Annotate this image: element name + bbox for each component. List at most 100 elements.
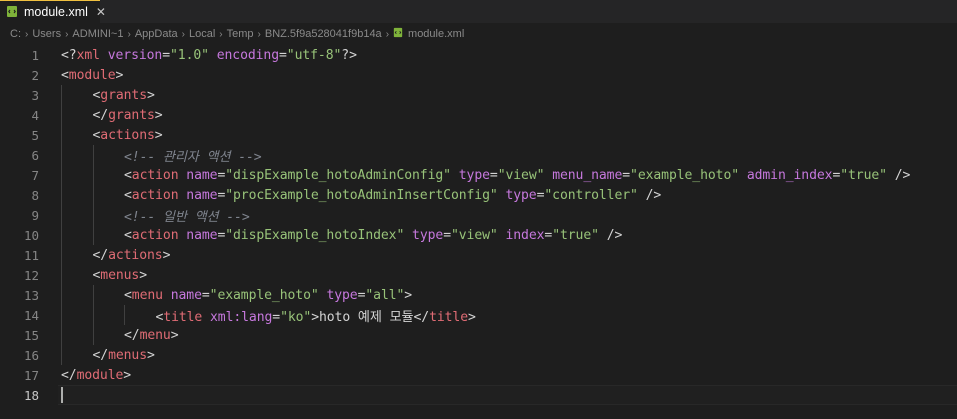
indent-guide <box>92 165 94 185</box>
syntax-token-tag: action <box>131 227 179 243</box>
line-number: 16 <box>23 347 39 363</box>
syntax-token-punct: </ <box>61 367 77 383</box>
indent-guide <box>61 245 62 265</box>
chevron-right-icon: › <box>257 28 261 40</box>
indent-guide <box>61 325 62 345</box>
line-number: 8 <box>31 187 39 203</box>
code-line[interactable]: 16 </menus> <box>0 345 957 365</box>
syntax-token-tag: title <box>163 309 203 325</box>
syntax-token-punct: < <box>124 187 132 203</box>
syntax-token-text <box>100 48 108 63</box>
code-editor[interactable]: 1 <?xml version="1.0" encoding="utf-8"?> 2… <box>0 45 957 405</box>
breadcrumb-item[interactable]: ADMINI~1 <box>72 28 123 40</box>
syntax-token-str: "dispExample_hotoAdminConfig" <box>225 167 451 183</box>
code-line[interactable]: 7 <action name = "dispExample_hotoAdminConf… <box>0 165 957 185</box>
chevron-right-icon: › <box>65 28 69 40</box>
syntax-token-text <box>638 188 646 203</box>
line-number: 13 <box>23 287 39 303</box>
breadcrumb-item[interactable]: AppData <box>135 28 178 40</box>
syntax-token-punct: < <box>124 227 132 243</box>
xml-file-icon <box>393 27 403 41</box>
syntax-token-tag: menus <box>108 347 147 363</box>
breadcrumb-item[interactable]: Temp <box>227 28 254 40</box>
code-line[interactable]: 5 <actions> <box>0 125 957 145</box>
code-line[interactable]: 4 </grants> <box>0 105 957 125</box>
line-number: 2 <box>31 67 39 83</box>
text-cursor <box>61 387 63 403</box>
syntax-token-text <box>739 168 747 183</box>
code-line[interactable]: 17 </module> <box>0 365 957 385</box>
syntax-token-str: "true" <box>840 167 887 183</box>
code-text: </module> <box>61 368 131 383</box>
indent-guide <box>92 205 94 225</box>
code-text: <menu name="example_hoto" type="all"> <box>124 288 412 303</box>
line-number: 3 <box>31 87 39 103</box>
code-text: <module> <box>61 68 123 83</box>
code-text: <actions> <box>93 128 163 143</box>
syntax-token-tag: menu <box>139 327 171 343</box>
code-line[interactable]: 15 </menu> <box>0 325 957 345</box>
code-line[interactable]: 3 <grants> <box>0 85 957 105</box>
syntax-token-str: "view" <box>450 227 498 243</box>
indent-guide <box>92 325 94 345</box>
syntax-token-tag: action <box>131 167 179 183</box>
code-text: </menus> <box>93 348 155 363</box>
syntax-token-eq: = <box>443 227 451 243</box>
syntax-token-tag: grants <box>100 87 147 103</box>
syntax-token-str: "controller" <box>544 187 638 203</box>
code-text: <?xml version="1.0" encoding="utf-8"?> <box>61 48 357 63</box>
chevron-right-icon: › <box>181 28 185 40</box>
syntax-token-punct: < <box>124 287 132 303</box>
breadcrumb: C: › Users › ADMINI~1 › AppData › Local › Temp › BNZ… <box>0 23 957 45</box>
syntax-token-str: "example_hoto" <box>209 287 319 303</box>
syntax-token-tag: actions <box>100 127 155 143</box>
line-number: 1 <box>31 47 39 63</box>
close-icon[interactable]: ✕ <box>96 5 106 19</box>
breadcrumb-file[interactable]: module.xml <box>393 27 464 41</box>
syntax-token-attr: xml:lang <box>210 309 273 325</box>
indent-guide <box>61 265 62 285</box>
indent-guide <box>61 305 62 325</box>
syntax-token-tag: title <box>429 309 468 325</box>
code-line[interactable]: 14 <title xml:lang="ko">hoto 예제 모듈</title… <box>0 305 957 325</box>
syntax-token-tag: actions <box>108 247 163 263</box>
syntax-token-text <box>404 228 412 243</box>
line-number: 9 <box>31 207 39 223</box>
breadcrumb-item[interactable]: BNZ.5f9a528041f9b14a <box>265 28 382 40</box>
syntax-token-attr: type <box>458 167 490 183</box>
indent-guide <box>61 85 62 105</box>
code-text: <action name="procExample_hotoAdminInser… <box>124 188 661 203</box>
syntax-token-punct: </ <box>124 327 140 343</box>
syntax-token-punct: </ <box>92 347 109 363</box>
syntax-token-attr: type <box>505 187 537 203</box>
line-number: 7 <box>31 167 39 183</box>
code-line[interactable]: 8 <action name="procExample_hotoAdminInse… <box>0 185 957 205</box>
syntax-token-attr: name <box>186 167 218 183</box>
syntax-token-punct: > <box>404 287 413 303</box>
breadcrumb-item[interactable]: C: <box>10 28 21 40</box>
code-line[interactable]: 10 <action name = "dispExample_hotoIndex" t… <box>0 225 957 245</box>
chevron-right-icon: › <box>127 28 131 40</box>
indent-guide <box>92 285 94 305</box>
syntax-token-tag: menu <box>131 287 163 303</box>
indent-guide <box>61 285 62 305</box>
indent-guide <box>61 185 62 205</box>
indent-guide <box>92 305 94 325</box>
code-text: <title xml:lang="ko">hoto 예제 모듈</title> <box>156 306 476 325</box>
syntax-token-attr: name <box>186 187 218 203</box>
breadcrumb-item[interactable]: Users <box>32 28 61 40</box>
code-line[interactable]: 13 <menu name="example_hoto" type="all"> <box>0 285 957 305</box>
code-line[interactable]: 2 <module> <box>0 65 957 85</box>
code-line[interactable]: 12 <menus> <box>0 265 957 285</box>
code-line[interactable]: 9 <!-- 일반 액션 --> <box>0 205 957 225</box>
syntax-token-tag: menus <box>100 267 140 283</box>
syntax-token-punct: > <box>139 267 148 283</box>
tab-module-xml[interactable]: module.xml ✕ <box>0 0 106 23</box>
code-line[interactable]: 18 <box>0 385 957 405</box>
code-line[interactable]: 11 </actions> <box>0 245 957 265</box>
code-line[interactable]: 1 <?xml version="1.0" encoding="utf-8"?> <box>0 45 957 65</box>
syntax-token-punct: > <box>147 347 155 363</box>
syntax-token-punct: > <box>154 127 163 143</box>
code-line[interactable]: 6 <!-- 관리자 액션 --> <box>0 145 957 165</box>
breadcrumb-item[interactable]: Local <box>189 28 215 40</box>
